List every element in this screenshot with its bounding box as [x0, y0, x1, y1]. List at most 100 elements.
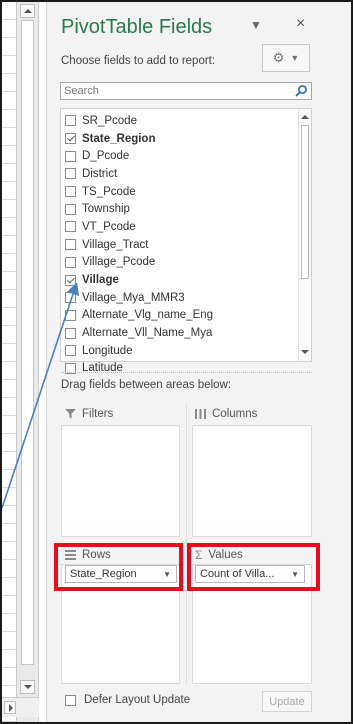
rows-icon	[65, 550, 76, 560]
field-label: Village_Pcode	[82, 256, 156, 269]
field-scroll-down[interactable]	[300, 347, 310, 357]
field-checkbox[interactable]	[65, 309, 76, 321]
values-header: Σ Values	[195, 547, 243, 563]
field-checkbox[interactable]	[65, 203, 76, 215]
tools-button[interactable]: ⚙ ▼	[262, 44, 310, 72]
pivottable-fields-pane: PivotTable Fields ▼ × Choose fields to a…	[46, 2, 351, 722]
choose-fields-label: Choose fields to add to report:	[61, 55, 216, 67]
field-item[interactable]: Village_Pcode	[61, 254, 311, 272]
gear-icon: ⚙	[272, 50, 285, 65]
field-label: SR_Pcode	[82, 114, 137, 127]
scroll-down-button[interactable]	[20, 680, 35, 694]
search-icon[interactable]	[294, 84, 308, 98]
chevron-down-icon[interactable]: ▼	[163, 570, 171, 579]
field-item[interactable]: SR_Pcode	[61, 112, 311, 130]
screenshot-frame: PivotTable Fields ▼ × Choose fields to a…	[0, 0, 353, 724]
pane-title: PivotTable Fields	[61, 16, 213, 38]
field-checkbox[interactable]	[65, 186, 76, 198]
field-list-scrollbar[interactable]	[298, 109, 311, 361]
area-separator	[186, 404, 187, 684]
field-label: State_Region	[82, 132, 156, 145]
field-scroll-up[interactable]	[300, 113, 310, 123]
field-item[interactable]: Village_Mya_MMR3	[61, 289, 311, 307]
defer-checkbox[interactable]	[65, 694, 76, 706]
field-item[interactable]: State_Region	[61, 130, 311, 148]
columns-drop-area[interactable]	[192, 425, 312, 537]
rows-field-label: State_Region	[70, 568, 137, 580]
arrow-right-icon	[9, 704, 13, 712]
update-button[interactable]: Update	[262, 691, 312, 712]
chevron-down-icon[interactable]: ▼	[291, 570, 299, 579]
field-item[interactable]: Alternate_Vll_Name_Mya	[61, 324, 311, 342]
field-label: Alternate_Vlg_name_Eng	[82, 309, 214, 322]
rows-field-chip[interactable]: State_Region ▼	[65, 565, 177, 583]
columns-label: Columns	[212, 408, 258, 420]
field-scroll-thumb[interactable]	[301, 125, 309, 279]
sheet-vertical-scrollbar[interactable]	[17, 2, 39, 722]
scroll-thumb[interactable]	[21, 20, 34, 665]
field-item[interactable]: Village	[61, 271, 311, 289]
field-checkbox[interactable]	[65, 168, 76, 180]
arrow-down-icon	[23, 685, 32, 689]
field-list: SR_Pcode State_Region D_Pcode District TS_Pc…	[60, 108, 312, 374]
field-item[interactable]: Alternate_Vlg_name_Eng	[61, 307, 311, 325]
field-item[interactable]: VT_Pcode	[61, 218, 311, 236]
field-label: VT_Pcode	[82, 220, 136, 233]
field-label: Village_Mya_MMR3	[82, 291, 185, 304]
field-label: D_Pcode	[82, 150, 130, 163]
rows-header: Rows	[65, 547, 111, 563]
field-checkbox[interactable]	[65, 239, 76, 251]
rows-label: Rows	[82, 549, 111, 561]
values-field-chip[interactable]: Count of Villa... ▼	[195, 565, 305, 583]
close-icon[interactable]: ×	[296, 15, 305, 33]
field-label: District	[82, 167, 118, 180]
spreadsheet-grid	[2, 2, 17, 722]
scroll-right-button[interactable]	[4, 701, 16, 714]
search-box	[60, 82, 312, 100]
section-divider	[61, 372, 312, 373]
field-checkbox[interactable]	[65, 221, 76, 233]
chevron-down-icon: ▼	[290, 53, 300, 63]
field-label: Village_Tract	[82, 238, 149, 251]
field-item[interactable]: Village_Tract	[61, 236, 311, 254]
defer-label: Defer Layout Update	[84, 694, 191, 706]
drag-fields-label: Drag fields between areas below:	[61, 379, 232, 391]
sigma-icon: Σ	[195, 548, 203, 562]
filters-label: Filters	[82, 408, 114, 420]
arrow-down-icon	[301, 350, 309, 354]
field-item[interactable]: Longitude	[61, 342, 311, 360]
filter-icon	[65, 409, 76, 419]
pane-options-dropdown[interactable]: ▼	[250, 18, 262, 32]
search-input[interactable]	[61, 83, 291, 99]
field-item[interactable]: Township	[61, 200, 311, 218]
field-label: Longitude	[82, 344, 133, 357]
filters-drop-area[interactable]	[61, 425, 180, 537]
field-label: Village	[82, 274, 119, 287]
field-checkbox[interactable]	[65, 327, 76, 339]
field-checkbox[interactable]	[65, 345, 76, 357]
values-field-label: Count of Villa...	[200, 568, 275, 580]
field-checkbox[interactable]	[65, 133, 76, 145]
field-item[interactable]: District	[61, 165, 311, 183]
field-checkbox[interactable]	[65, 150, 76, 162]
arrow-up-icon	[23, 9, 32, 13]
field-item[interactable]: Latitude	[61, 360, 311, 378]
field-list-items: SR_Pcode State_Region D_Pcode District TS_Pc…	[61, 109, 311, 377]
scroll-up-button[interactable]	[20, 4, 35, 18]
filters-header: Filters	[65, 406, 113, 422]
arrow-up-icon	[301, 115, 309, 119]
sheet-horizontal-scrollbar[interactable]	[2, 697, 39, 717]
field-checkbox[interactable]	[65, 274, 76, 286]
field-label: Alternate_Vll_Name_Mya	[82, 327, 213, 340]
field-item[interactable]: D_Pcode	[61, 147, 311, 165]
field-checkbox[interactable]	[65, 292, 76, 304]
values-label: Values	[208, 549, 243, 561]
field-checkbox[interactable]	[65, 115, 76, 127]
columns-icon	[195, 409, 206, 419]
field-item[interactable]: TS_Pcode	[61, 183, 311, 201]
defer-layout-update[interactable]: Defer Layout Update	[65, 694, 190, 706]
columns-header: Columns	[195, 406, 257, 422]
field-checkbox[interactable]	[65, 256, 76, 268]
field-label: Township	[82, 203, 130, 216]
field-label: TS_Pcode	[82, 185, 136, 198]
